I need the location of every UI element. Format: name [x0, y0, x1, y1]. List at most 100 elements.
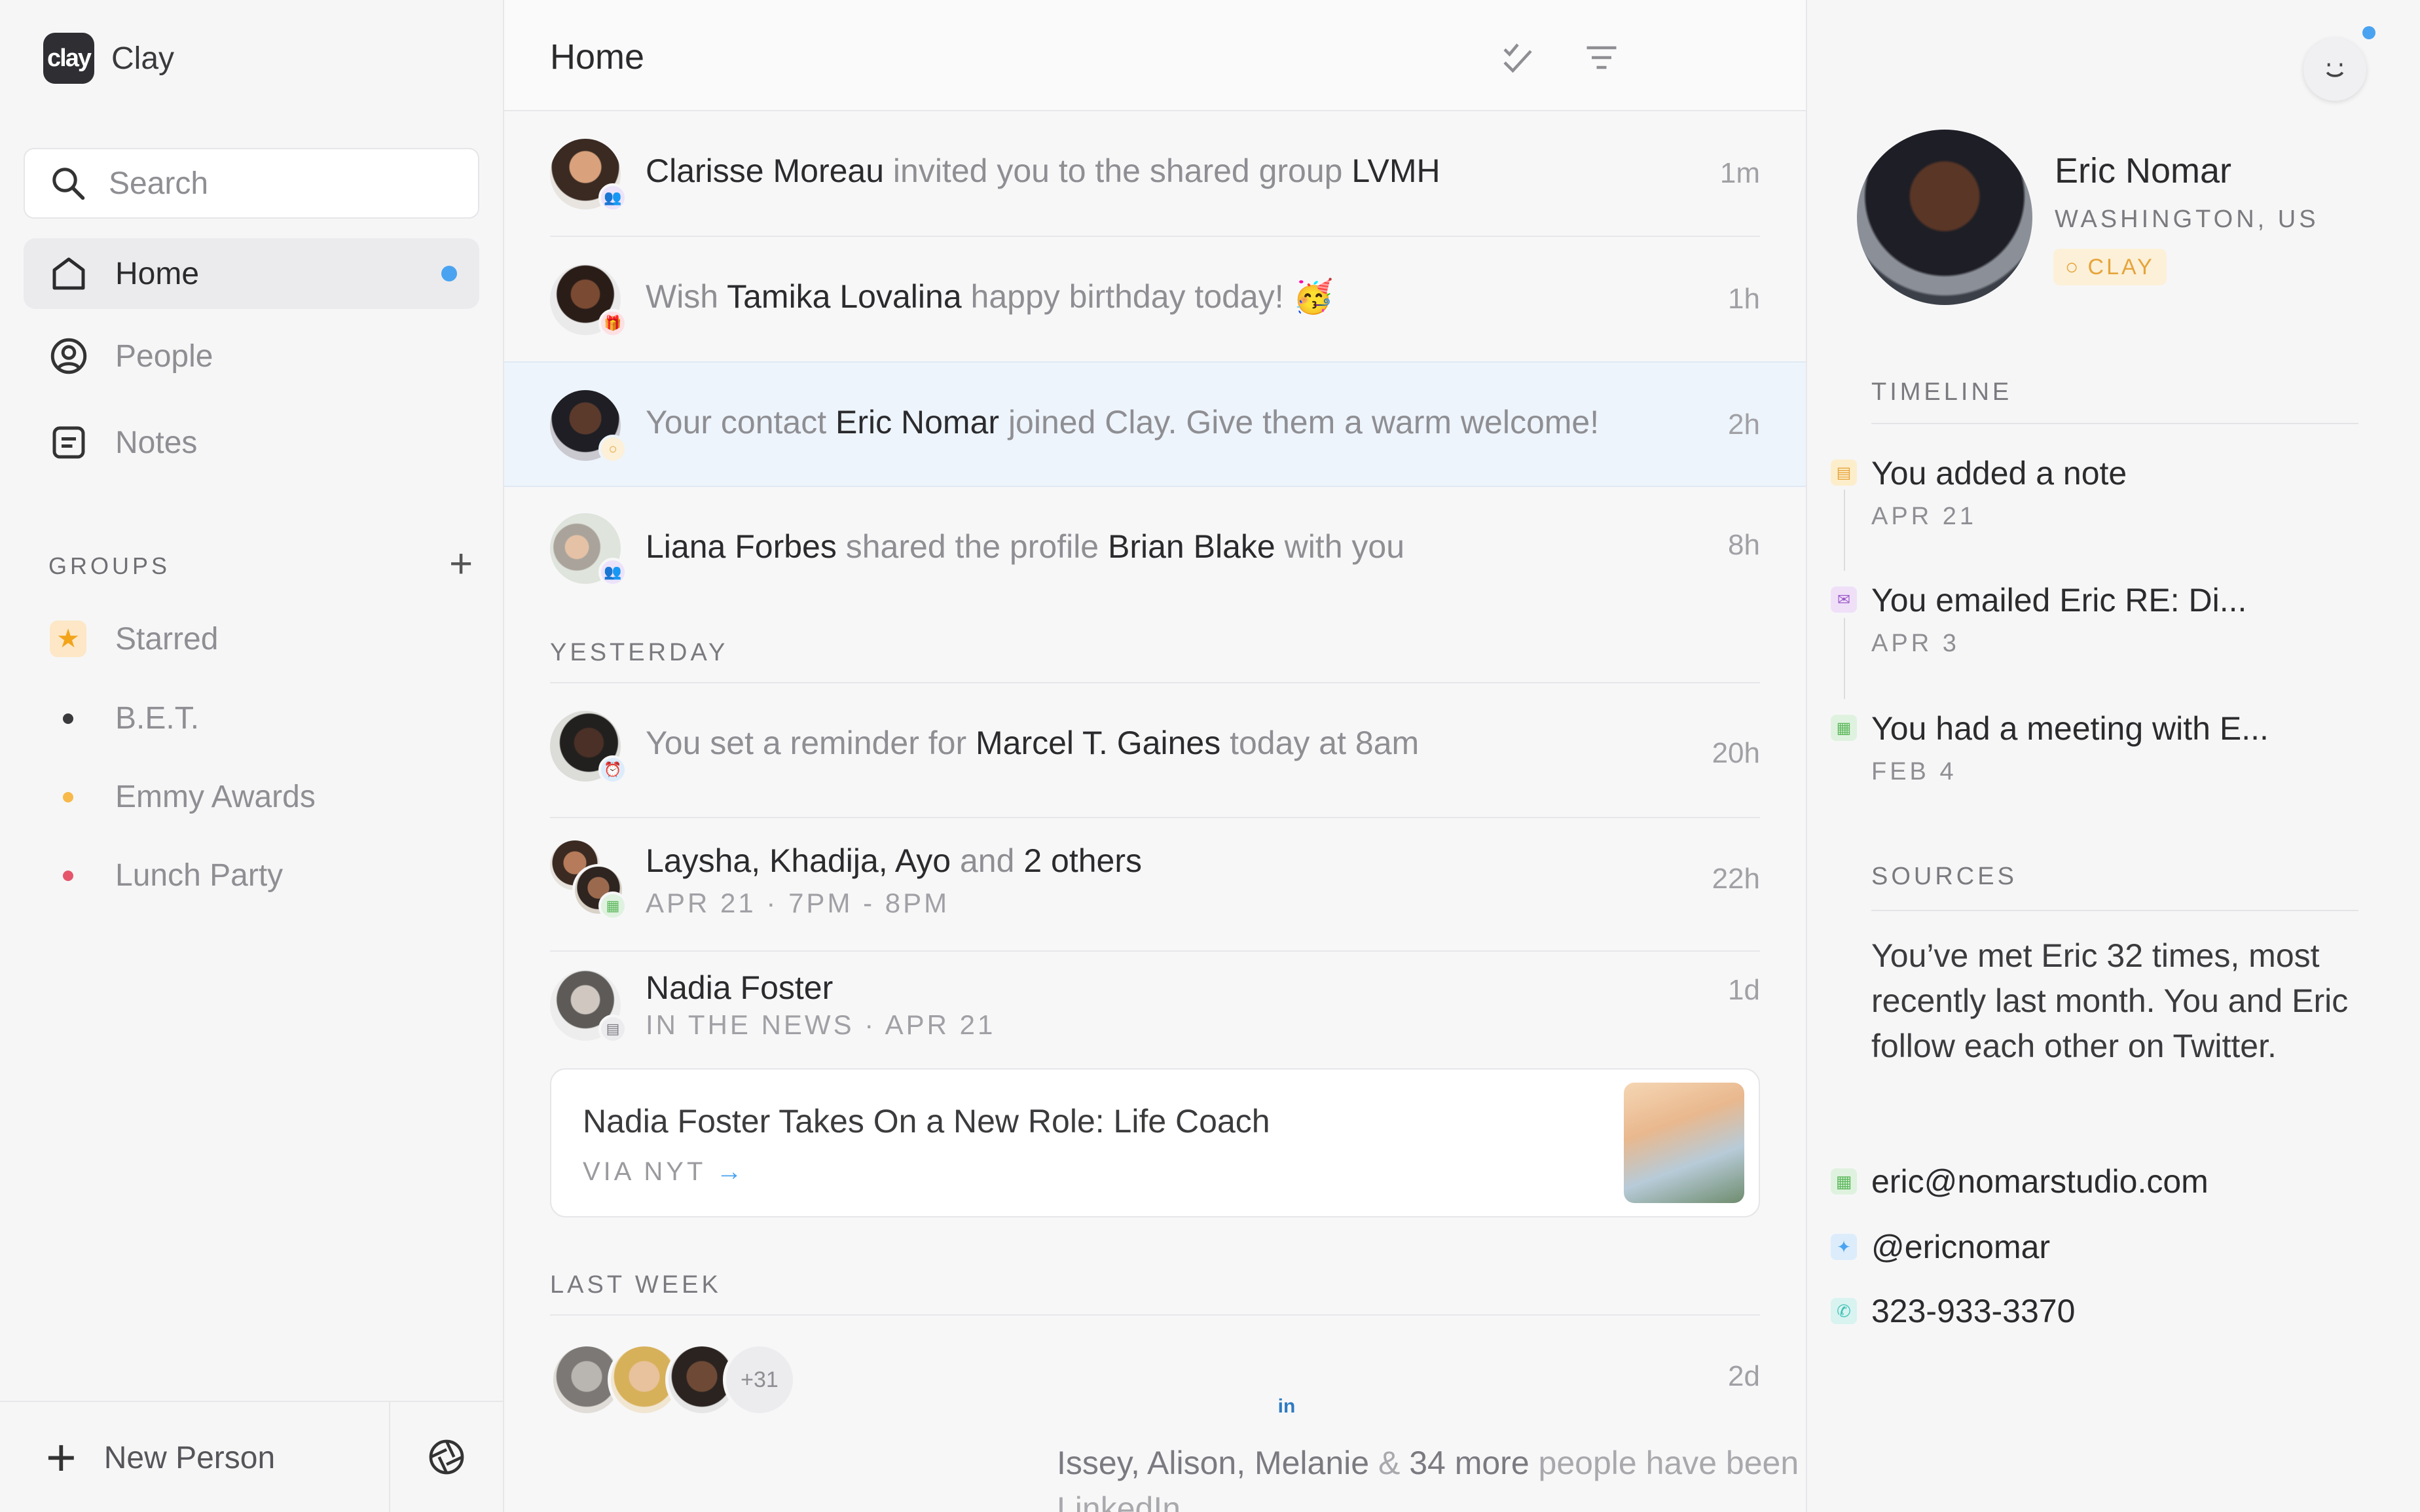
timeline-connector [1844, 490, 1845, 571]
timestamp: 1m [1719, 157, 1760, 189]
timestamp: 2d [1728, 1360, 1760, 1392]
alarm-clock-icon: ⏰ [598, 755, 627, 784]
timeline-title-text: You emailed Eric RE: Di... [1871, 582, 2247, 619]
feed-text: happy birthday today! 🥳 [961, 278, 1334, 315]
nav-item-label: Notes [115, 425, 198, 460]
feed-item[interactable]: 👥 Liana Forbes shared the profile Brian … [550, 487, 1760, 644]
contact-twitter[interactable]: ✦ @ericnomar [1831, 1228, 2050, 1266]
divider [1871, 910, 2358, 911]
timestamp: 8h [1728, 529, 1760, 561]
page-title: Home [550, 37, 645, 77]
aperture-icon [429, 1439, 464, 1475]
notification-dot [2362, 26, 2375, 39]
settings-button[interactable] [390, 1402, 503, 1512]
brand: clay Clay [43, 33, 174, 84]
clay-badge-icon: ○ [598, 435, 627, 463]
section-label-yesterday: YESTERDAY [550, 639, 729, 666]
feed-item[interactable]: ⏰ You set a reminder for Marcel T. Gaine… [550, 683, 1760, 818]
profile-name: Brian Blake [1108, 528, 1275, 565]
nav-item-notes[interactable]: Notes [24, 407, 479, 478]
profile-location: WASHINGTON, US [2055, 206, 2319, 233]
nav-item-home[interactable]: Home [24, 238, 479, 309]
feed-item-text: Clarisse Moreau invited you to the share… [646, 152, 1440, 190]
feed-item[interactable]: 🎁 Wish Tamika Lovalina happy birthday to… [550, 237, 1760, 363]
calendar-icon: ▦ [1831, 715, 1857, 741]
feed-text: people have been added to your Clay via [1538, 1445, 1806, 1481]
feed-item-text: Laysha, Khadija, Ayo and 2 others [646, 842, 1142, 880]
timeline-connector [1844, 618, 1845, 699]
contact-name: Clarisse Moreau [646, 153, 885, 189]
contact-name: Marcel T. Gaines [975, 725, 1221, 761]
twitter-label: @ericnomar [1871, 1229, 2051, 1265]
more-count-text: 34 more [1409, 1445, 1530, 1481]
timestamp: 1h [1728, 283, 1760, 315]
divider [550, 1314, 1760, 1316]
others-count: 2 others [1023, 842, 1142, 879]
double-check-icon [1503, 43, 1532, 73]
group-item-starred[interactable]: ★ Starred [50, 621, 218, 657]
app-name: Clay [111, 41, 175, 76]
feed-item-text: Nadia Foster [646, 969, 833, 1007]
add-group-button[interactable]: + [449, 544, 473, 585]
feed-text: shared the profile [836, 528, 1108, 565]
feed-text: LinkedIn [1057, 1490, 1181, 1512]
feed-item-text: Wish Tamika Lovalina happy birthday toda… [646, 278, 1334, 316]
feed-header: Home [504, 0, 1806, 111]
group-label: Starred [115, 621, 219, 657]
contact-name: Eric Nomar [835, 404, 1000, 441]
email-label: eric@nomarstudio.com [1871, 1163, 2209, 1200]
event-time: APR 21 · 7PM - 8PM [646, 888, 950, 918]
news-source: VIA NYT [583, 1157, 706, 1186]
news-source-link[interactable]: VIA NYT → [583, 1157, 746, 1187]
timestamp: 20h [1712, 737, 1760, 769]
news-card[interactable]: Nadia Foster Takes On a New Role: Life C… [550, 1068, 1760, 1217]
search-input[interactable]: Search [24, 148, 479, 219]
timeline-date: APR 3 [1871, 630, 1960, 657]
contact-email[interactable]: ▦ eric@nomarstudio.com [1831, 1162, 2209, 1200]
nav-item-people[interactable]: People [24, 321, 479, 391]
group-label: Emmy Awards [115, 780, 316, 814]
clay-ring-icon: ○ [2065, 254, 2081, 279]
added-people-avatars[interactable]: +31 [550, 1343, 796, 1416]
feed-text: Your contact [646, 404, 836, 441]
unread-dot [441, 266, 457, 281]
home-feed: Home 👥 Clarisse Moreau invited you to th… [504, 0, 1807, 1512]
sources-title: SOURCES [1871, 863, 2017, 890]
mark-all-read-button[interactable] [1498, 38, 1537, 81]
sidebar-footer: + New Person [0, 1401, 503, 1512]
new-person-button[interactable]: + New Person [0, 1402, 390, 1512]
feed-text: today at 8am [1220, 725, 1420, 761]
group-item-lunch-party[interactable]: Lunch Party [50, 857, 283, 893]
feed-item-selected[interactable]: ○ Your contact Eric Nomar joined Clay. G… [504, 361, 1806, 487]
nav-item-label: People [115, 338, 213, 374]
timeline-title-text: You had a meeting with E... [1871, 710, 2269, 747]
contact-name: Tamika Lovalina [727, 278, 962, 315]
nav-item-label: Home [115, 256, 200, 291]
feed-text: joined Clay. Give them a warm welcome! [999, 404, 1600, 441]
clay-logo: clay [43, 33, 94, 84]
contact-name: Nadia Foster [646, 969, 834, 1006]
arrow-right-icon: → [716, 1157, 746, 1186]
tag-label: CLAY [2087, 254, 2155, 279]
group-item-emmy-awards[interactable]: Emmy Awards [50, 779, 316, 815]
feed-item[interactable]: ▦ Laysha, Khadija, Ayo and 2 others APR … [550, 818, 1760, 952]
feed-item-text: You set a reminder for Marcel T. Gaines … [646, 724, 1419, 762]
search-placeholder: Search [109, 166, 209, 201]
feed-text: You set a reminder for [646, 725, 976, 761]
feed-item[interactable]: 👥 Clarisse Moreau invited you to the sha… [550, 111, 1760, 237]
feed-text: with you [1275, 528, 1405, 565]
feed-text: Wish [646, 278, 727, 315]
contact-phone[interactable]: ✆ 323-933-3370 [1831, 1292, 2075, 1330]
smiley-icon [2326, 63, 2344, 77]
news-title: Nadia Foster Takes On a New Role: Life C… [583, 1103, 1270, 1140]
feed-text: & [1369, 1445, 1410, 1481]
feed-text: invited you to the shared group [884, 153, 1352, 189]
filter-button[interactable] [1582, 38, 1621, 81]
contact-names: Issey, Alison, Melanie [1057, 1445, 1370, 1481]
new-person-label: New Person [103, 1440, 276, 1475]
group-item-bet[interactable]: B.E.T. [50, 700, 199, 736]
assistant-button[interactable] [2303, 38, 2366, 101]
news-meta: IN THE NEWS · APR 21 [646, 1009, 996, 1040]
twitter-icon: ✦ [1831, 1234, 1857, 1260]
news-icon: ▤ [598, 1015, 627, 1043]
